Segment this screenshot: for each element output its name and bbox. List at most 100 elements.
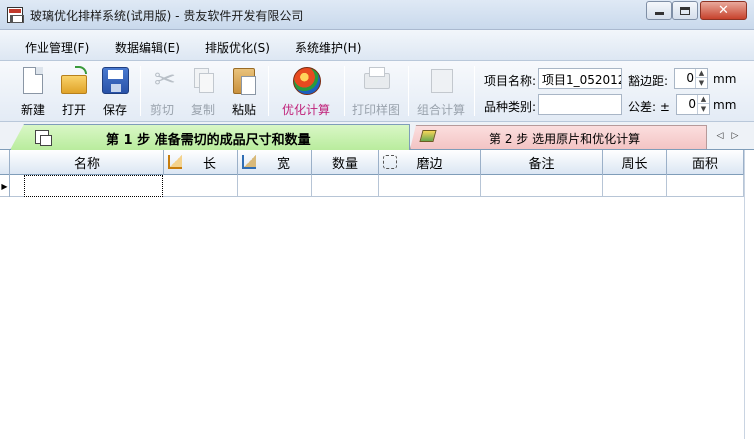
tab-step-2-label: 第 2 步 选用原片和优化计算 xyxy=(489,132,641,146)
save-disk-icon xyxy=(100,65,130,97)
assemble-icon xyxy=(426,65,456,97)
column-header-quantity[interactable]: 数量 xyxy=(312,150,379,175)
trim-margin-label: 豁边距: xyxy=(628,74,669,88)
spin-down-icon[interactable]: ▼ xyxy=(696,78,707,87)
cell-width[interactable] xyxy=(238,175,312,197)
toolbar: 新建 打开 保存 ✂ 剪切 复制 粘贴 优化计算 打印样图 组合计算 项目名称:… xyxy=(0,61,754,122)
step-tabs: 第 1 步 准备需切的成品尺寸和数量 第 2 步 选用原片和优化计算 ◁ ▷ xyxy=(0,122,754,150)
close-button[interactable]: ✕ xyxy=(700,1,747,20)
trim-margin-stepper[interactable]: 0 ▲ ▼ xyxy=(674,68,708,89)
printer-icon xyxy=(361,65,391,97)
toolbar-separator xyxy=(408,66,409,116)
column-header-label: 备注 xyxy=(528,157,555,172)
category-input[interactable] xyxy=(538,94,622,115)
menu-system-maintenance[interactable]: 系统维护(H) xyxy=(295,39,361,56)
tab-step-1[interactable]: 第 1 步 准备需切的成品尺寸和数量 xyxy=(10,124,410,150)
tab-scroll-right-icon[interactable]: ▷ xyxy=(728,125,742,147)
tolerance-label: 公差: ± xyxy=(628,100,670,114)
column-header-label: 宽 xyxy=(276,157,290,172)
tolerance-unit: mm xyxy=(713,98,737,112)
grid-right-edge xyxy=(744,150,754,439)
column-header-label: 数量 xyxy=(331,157,358,172)
cell-area[interactable] xyxy=(667,175,744,197)
toolbar-separator xyxy=(474,66,475,116)
cell-edging[interactable] xyxy=(379,175,481,197)
copy-label: 复制 xyxy=(190,103,215,117)
close-icon: ✕ xyxy=(718,3,729,18)
cut-label: 剪切 xyxy=(149,103,174,117)
print-layout-button[interactable]: 打印样图 xyxy=(351,63,401,119)
column-header-label: 周长 xyxy=(621,157,648,172)
assemble-label: 组合计算 xyxy=(416,103,465,117)
tolerance-stepper[interactable]: 0 ▲ ▼ xyxy=(676,94,710,115)
tolerance-value: 0 xyxy=(688,97,696,111)
paste-label: 粘贴 xyxy=(231,103,256,117)
new-label: 新建 xyxy=(20,103,45,117)
window-title: 玻璃优化排样系统(试用版) - 贵友软件开发有限公司 xyxy=(30,9,304,23)
column-header-edging[interactable]: 磨边 xyxy=(379,150,481,175)
cell-perimeter[interactable] xyxy=(603,175,667,197)
minimize-icon xyxy=(654,12,664,15)
cell-length[interactable] xyxy=(164,175,238,197)
column-header-length[interactable]: 长 xyxy=(164,150,238,175)
maximize-button[interactable] xyxy=(672,1,698,20)
maximize-icon xyxy=(680,6,690,15)
table-row[interactable]: ▶ xyxy=(0,175,744,197)
tab-step-2[interactable]: 第 2 步 选用原片和优化计算 xyxy=(410,125,707,149)
cut-button[interactable]: ✂ 剪切 xyxy=(146,63,178,119)
open-label: 打开 xyxy=(61,103,86,117)
optimize-orb-icon xyxy=(291,65,321,97)
column-header-label: 面积 xyxy=(691,157,718,172)
open-button[interactable]: 打开 xyxy=(58,63,90,119)
optimize-button[interactable]: 优化计算 xyxy=(281,63,331,119)
column-header-label: 名称 xyxy=(73,157,100,172)
project-name-label: 项目名称: xyxy=(484,74,537,88)
column-header-label: 磨边 xyxy=(416,157,443,172)
trim-margin-value: 0 xyxy=(686,71,694,85)
open-folder-icon xyxy=(59,65,89,97)
app-icon xyxy=(7,7,24,23)
spin-up-icon[interactable]: ▲ xyxy=(698,95,709,104)
menu-layout-optimize[interactable]: 排版优化(S) xyxy=(205,39,270,56)
glass-sheets-icon xyxy=(419,130,437,142)
save-label: 保存 xyxy=(102,103,127,117)
menu-data-edit[interactable]: 数据编辑(E) xyxy=(115,39,180,56)
minimize-button[interactable] xyxy=(646,1,672,20)
cell-quantity[interactable] xyxy=(312,175,379,197)
spin-up-icon[interactable]: ▲ xyxy=(696,69,707,78)
cell-remarks[interactable] xyxy=(481,175,603,197)
save-button[interactable]: 保存 xyxy=(99,63,131,119)
new-file-icon xyxy=(18,65,48,97)
grid-corner xyxy=(0,150,10,175)
paste-clipboard-icon xyxy=(229,65,259,97)
spin-down-icon[interactable]: ▼ xyxy=(698,104,709,113)
assemble-button[interactable]: 组合计算 xyxy=(416,63,466,119)
project-name-input[interactable]: 项目1_052012 xyxy=(538,68,622,89)
column-header-perimeter[interactable]: 周长 xyxy=(603,150,667,175)
pieces-icon xyxy=(35,130,52,146)
cell-name[interactable] xyxy=(24,175,163,197)
column-header-area[interactable]: 面积 xyxy=(667,150,744,175)
optimize-label: 优化计算 xyxy=(281,103,330,117)
column-header-name[interactable]: 名称 xyxy=(11,150,164,175)
tab-scroll-left-icon[interactable]: ◁ xyxy=(713,125,727,147)
column-header-remarks[interactable]: 备注 xyxy=(481,150,603,175)
trim-unit: mm xyxy=(713,72,737,86)
tab-step-1-label: 第 1 步 准备需切的成品尺寸和数量 xyxy=(106,133,311,148)
ruler-icon xyxy=(242,155,256,169)
grid-header: 名称 长 宽 数量 磨边 备注 周长 面积 xyxy=(0,150,744,175)
copy-icon xyxy=(188,65,218,97)
menu-job-management[interactable]: 作业管理(F) xyxy=(25,39,89,56)
paste-button[interactable]: 粘贴 xyxy=(228,63,260,119)
print-layout-label: 打印样图 xyxy=(351,103,400,117)
column-header-width[interactable]: 宽 xyxy=(238,150,312,175)
new-button[interactable]: 新建 xyxy=(17,63,49,119)
category-label: 品种类别: xyxy=(484,100,537,114)
toolbar-separator xyxy=(140,66,141,116)
title-bar: 玻璃优化排样系统(试用版) - 贵友软件开发有限公司 ✕ xyxy=(0,0,754,30)
copy-button[interactable]: 复制 xyxy=(187,63,219,119)
ruler-icon xyxy=(168,155,182,169)
toolbar-separator xyxy=(344,66,345,116)
product-grid: 名称 长 宽 数量 磨边 备注 周长 面积 ▶ xyxy=(0,150,754,439)
menu-bar: 作业管理(F) 数据编辑(E) 排版优化(S) 系统维护(H) xyxy=(0,30,754,61)
